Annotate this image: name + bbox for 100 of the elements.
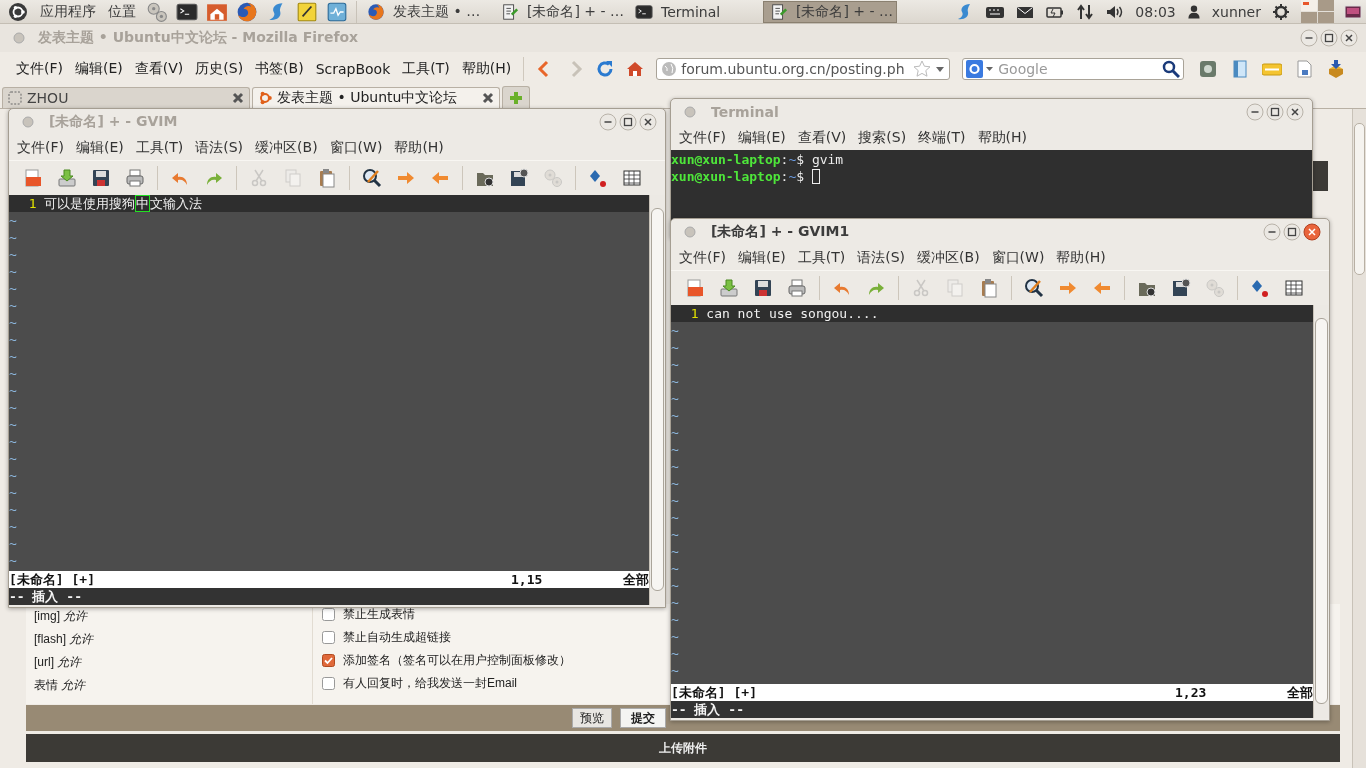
menu-item[interactable]: 帮助(H) — [388, 138, 450, 157]
floppy-gear-icon[interactable] — [1171, 278, 1191, 298]
close-tab-icon[interactable] — [481, 91, 495, 105]
search-field[interactable]: Google — [962, 58, 1185, 80]
search-icon[interactable] — [1162, 60, 1181, 78]
maximize-button[interactable] — [1283, 223, 1301, 241]
menu-item[interactable]: 文件(F) — [673, 128, 732, 147]
close-button[interactable] — [639, 113, 657, 131]
checkbox[interactable] — [322, 654, 335, 667]
menu-item[interactable]: 文件(F) — [673, 248, 732, 267]
diamond-dot-icon[interactable] — [1250, 278, 1270, 298]
upload-bar[interactable]: 上传附件 — [26, 734, 1340, 762]
menu-item[interactable]: 窗口(W) — [985, 248, 1051, 267]
menu-item[interactable]: 文件(F) — [11, 138, 70, 157]
submit-button[interactable]: 提交 — [620, 708, 666, 728]
menu-item[interactable]: 编辑(E) — [70, 138, 130, 157]
checkbox[interactable] — [322, 608, 335, 621]
menu-item[interactable]: 编辑(E) — [732, 248, 792, 267]
menu-item[interactable]: 窗口(W) — [323, 138, 389, 157]
vim-icon — [501, 2, 519, 21]
maximize-button[interactable] — [619, 113, 637, 131]
menu-item[interactable]: 帮助(H) — [971, 128, 1034, 147]
printer-icon[interactable] — [787, 278, 807, 298]
download-icon[interactable] — [719, 278, 739, 298]
close-button[interactable] — [1340, 29, 1358, 47]
dropdown-icon[interactable] — [935, 64, 946, 74]
power-icon[interactable] — [1271, 1, 1291, 22]
checkbox[interactable] — [322, 677, 335, 690]
clipboard-icon[interactable] — [317, 168, 337, 188]
permission-text: [url] 允许 — [34, 654, 83, 671]
menu-item[interactable]: 编辑(E) — [732, 128, 792, 147]
workspace-switcher-icon[interactable] — [1301, 0, 1334, 23]
menu-item[interactable]: 终端(T) — [912, 128, 972, 147]
permission-text: [flash] 允许 — [34, 631, 95, 648]
panel-menu[interactable]: 位置 — [102, 2, 142, 21]
gears-icon[interactable] — [146, 0, 168, 23]
dashed-square-icon — [7, 90, 23, 106]
monitor-icon[interactable] — [326, 0, 348, 23]
menu-item[interactable]: 工具(T) — [791, 248, 852, 267]
open-file-icon[interactable] — [685, 278, 705, 298]
menu-item[interactable]: 文件(F) — [10, 60, 69, 78]
menu-item[interactable]: 历史(S) — [189, 60, 250, 78]
taskbar-button[interactable]: 发表主题 • … — [361, 0, 495, 23]
empty-line-marker: ~ — [9, 297, 18, 314]
panel-menu[interactable]: 应用程序 — [34, 2, 102, 21]
floppy-gear-icon[interactable] — [509, 168, 529, 188]
menu-item[interactable]: 书签(B) — [249, 60, 310, 78]
menu-item[interactable]: 搜索(S) — [852, 128, 913, 147]
open-file-icon[interactable] — [23, 168, 43, 188]
menu-item[interactable]: 帮助(H) — [455, 60, 518, 78]
magnifier-pencil-icon[interactable] — [1024, 278, 1044, 298]
scrollbar[interactable] — [1352, 109, 1366, 768]
close-button[interactable] — [1303, 223, 1321, 241]
menu-item[interactable]: 编辑(E) — [69, 60, 129, 78]
close-button[interactable] — [1286, 103, 1304, 121]
browser-icon[interactable] — [236, 0, 258, 23]
taskbar-button[interactable]: [未命名] + - … — [495, 0, 629, 23]
taskbar-button[interactable]: Terminal — [629, 0, 763, 23]
minimize-button[interactable] — [1263, 223, 1281, 241]
scrollbar[interactable] — [649, 195, 665, 605]
clipboard-icon[interactable] — [979, 278, 999, 298]
floppy-icon[interactable] — [753, 278, 773, 298]
browser-tab[interactable]: 发表主题 • Ubuntu中文论坛 — [252, 87, 500, 108]
menu-item[interactable]: 工具(T) — [396, 60, 456, 78]
menu-item[interactable]: 缓冲区(B) — [911, 248, 986, 267]
printer-icon[interactable] — [125, 168, 145, 188]
menu-item[interactable]: 查看(V) — [128, 60, 190, 78]
empty-line-marker: ~ — [9, 314, 18, 331]
minimize-button[interactable] — [1246, 103, 1264, 121]
table-icon[interactable] — [622, 168, 642, 188]
minimize-button[interactable] — [1300, 29, 1318, 47]
star-icon[interactable] — [913, 60, 932, 78]
floppy-icon[interactable] — [91, 168, 111, 188]
maximize-button[interactable] — [1266, 103, 1284, 121]
menu-item[interactable]: 缓冲区(B) — [249, 138, 324, 157]
search-input[interactable]: Google — [998, 61, 1159, 77]
minimize-button[interactable] — [599, 113, 617, 131]
menu-item[interactable]: ScrapBook — [309, 61, 397, 77]
user-name[interactable]: xunner — [1211, 3, 1261, 20]
menu-item[interactable]: 工具(T) — [129, 138, 190, 157]
clock[interactable]: 08:03 — [1135, 3, 1176, 20]
preview-button[interactable]: 预览 — [572, 708, 612, 728]
search-engine-icon[interactable] — [966, 60, 995, 78]
menu-item[interactable]: 查看(V) — [791, 128, 853, 147]
notepad-icon[interactable] — [296, 0, 318, 23]
ubuntu-logo-icon[interactable] — [8, 1, 28, 22]
close-tab-icon[interactable] — [231, 91, 245, 105]
menu-item[interactable]: 语法(S) — [851, 248, 912, 267]
address-field[interactable]: forum.ubuntu.org.cn/posting.ph — [656, 58, 951, 80]
table-icon[interactable] — [1284, 278, 1304, 298]
scrollbar[interactable] — [1313, 305, 1329, 718]
checkbox[interactable] — [322, 631, 335, 644]
diamond-dot-icon[interactable] — [588, 168, 608, 188]
browser-tab[interactable]: ZHOU — [2, 87, 250, 108]
taskbar-button[interactable]: [未命名] + - … — [763, 0, 897, 23]
menu-item[interactable]: 帮助(H) — [1050, 248, 1112, 267]
magnifier-pencil-icon[interactable] — [362, 168, 382, 188]
menu-item[interactable]: 语法(S) — [189, 138, 250, 157]
maximize-button[interactable] — [1320, 29, 1338, 47]
download-icon[interactable] — [57, 168, 77, 188]
